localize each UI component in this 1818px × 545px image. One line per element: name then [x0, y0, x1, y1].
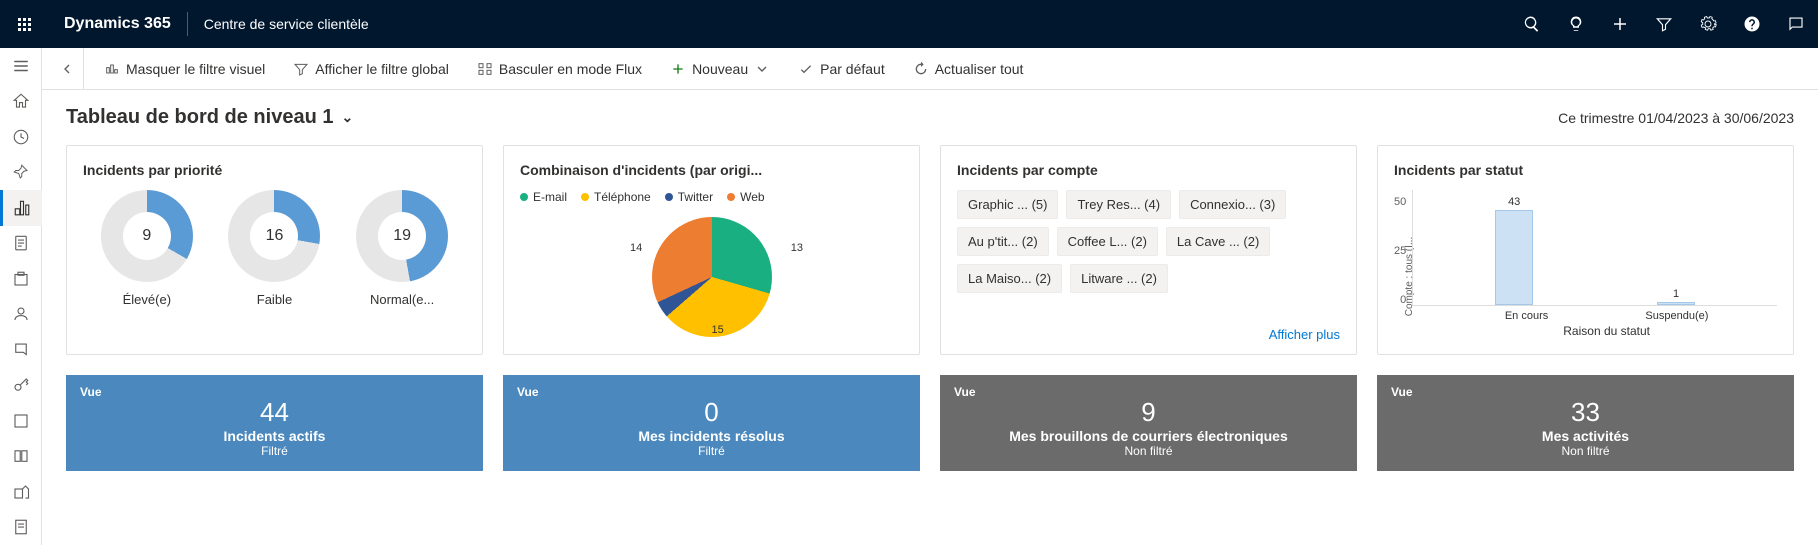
donut-value: 19 [356, 190, 448, 282]
cmd-label: Par défaut [820, 61, 885, 77]
accounts-icon[interactable] [0, 261, 42, 297]
account-tag[interactable]: Connexio... (3) [1179, 190, 1286, 219]
show-global-filter-button[interactable]: Afficher le filtre global [281, 48, 461, 89]
switch-flow-button[interactable]: Basculer en mode Flux [465, 48, 654, 89]
hide-visual-filter-button[interactable]: Masquer le filtre visuel [92, 48, 277, 89]
bar-suspendu[interactable]: 1 [1657, 288, 1695, 305]
add-button[interactable] [1598, 0, 1642, 48]
bar-en-cours[interactable]: 43 [1495, 196, 1533, 305]
new-button[interactable]: Nouveau [658, 48, 782, 89]
tile-sub: Non filtré [1391, 444, 1780, 458]
tile-value: 33 [1391, 397, 1780, 428]
card-title: Incidents par priorité [83, 162, 466, 178]
tile-value: 44 [80, 397, 469, 428]
dashboards-icon[interactable] [0, 190, 42, 226]
assistant-button[interactable] [1554, 0, 1598, 48]
donut-eleve[interactable]: 9 [101, 190, 193, 282]
card-incidents-account: Incidents par compte Graphic ... (5) Trey… [940, 145, 1357, 355]
refresh-all-button[interactable]: Actualiser tout [901, 48, 1036, 89]
donut-value: 9 [101, 190, 193, 282]
tile-label: Mes incidents résolus [517, 428, 906, 444]
settings-button[interactable] [1686, 0, 1730, 48]
contacts-icon[interactable] [0, 297, 42, 333]
legend-twitter[interactable]: Twitter [665, 190, 713, 204]
legend-web[interactable]: Web [727, 190, 764, 204]
reports-icon[interactable] [0, 510, 42, 545]
filter-button[interactable] [1642, 0, 1686, 48]
cmd-label: Masquer le filtre visuel [126, 61, 265, 77]
slice-label-email: 13 [791, 242, 803, 254]
tile-value: 0 [517, 397, 906, 428]
stream-tile[interactable]: Vue 33 Mes activités Non filtré [1377, 375, 1794, 471]
cases-icon[interactable] [0, 403, 42, 439]
pie-chart[interactable] [652, 217, 772, 337]
stream-tile[interactable]: Vue 44 Incidents actifs Filtré [66, 375, 483, 471]
activities-icon[interactable] [0, 226, 42, 262]
account-tag[interactable]: Graphic ... (5) [957, 190, 1058, 219]
card-incidents-priority: Incidents par priorité 9 Élevé(e) 16 Fai… [66, 145, 483, 355]
stream-tile[interactable]: Vue 0 Mes incidents résolus Filtré [503, 375, 920, 471]
donut-value: 16 [228, 190, 320, 282]
stream-tile[interactable]: Vue 9 Mes brouillons de courriers électr… [940, 375, 1357, 471]
donut-label: Élevé(e) [123, 292, 171, 307]
recent-icon[interactable] [0, 119, 42, 155]
knowledge-icon[interactable] [0, 439, 42, 475]
slice-label-phone: 15 [712, 324, 724, 336]
tile-label: Mes activités [1391, 428, 1780, 444]
account-tag[interactable]: La Cave ... (2) [1166, 227, 1270, 256]
account-tag[interactable]: Au p'tit... (2) [957, 227, 1049, 256]
back-button[interactable] [50, 48, 84, 89]
account-tag[interactable]: Trey Res... (4) [1066, 190, 1171, 219]
donut-normal[interactable]: 19 [356, 190, 448, 282]
search-button[interactable] [1510, 0, 1554, 48]
card-incidents-status: Incidents par statut Compte : tous (I...… [1377, 145, 1794, 355]
pinned-icon[interactable] [0, 155, 42, 191]
social-icon[interactable] [0, 332, 42, 368]
queues-icon[interactable] [0, 474, 42, 510]
home-icon[interactable] [0, 84, 42, 120]
x-label: Suspendu(e) [1645, 310, 1708, 322]
account-tag[interactable]: La Maiso... (2) [957, 264, 1062, 293]
cmd-label: Nouveau [692, 61, 748, 77]
hamburger-button[interactable] [0, 48, 42, 84]
x-axis-label: Raison du statut [1436, 324, 1777, 338]
tile-label: Mes brouillons de courriers électronique… [954, 428, 1343, 444]
donut-label: Normal(e... [370, 292, 434, 307]
help-button[interactable] [1730, 0, 1774, 48]
app-name-label: Centre de service clientèle [188, 16, 385, 32]
donut-faible[interactable]: 16 [228, 190, 320, 282]
page-title: Tableau de bord de niveau 1 [66, 106, 333, 129]
card-title: Combinaison d'incidents (par origi... [520, 162, 903, 178]
app-launcher-button[interactable] [0, 0, 48, 48]
legend-email[interactable]: E-mail [520, 190, 567, 204]
slice-label-web: 14 [630, 242, 642, 254]
time-range-label: Ce trimestre 01/04/2023 à 30/06/2023 [1558, 110, 1794, 126]
y-tick: 50 [1394, 196, 1406, 208]
tile-sub: Filtré [80, 444, 469, 458]
cmd-label: Actualiser tout [935, 61, 1024, 77]
cmd-label: Afficher le filtre global [315, 61, 449, 77]
chevron-down-icon: ⌄ [341, 109, 353, 126]
legend-telephone[interactable]: Téléphone [581, 190, 651, 204]
tile-value: 9 [954, 397, 1343, 428]
brand-label: Dynamics 365 [48, 15, 187, 33]
tile-sub: Non filtré [954, 444, 1343, 458]
account-tag[interactable]: Litware ... (2) [1070, 264, 1168, 293]
card-title: Incidents par compte [957, 162, 1340, 178]
cmd-label: Basculer en mode Flux [499, 61, 642, 77]
page-title-dropdown[interactable]: Tableau de bord de niveau 1 ⌄ [66, 106, 353, 129]
key-icon[interactable] [0, 368, 42, 404]
chat-button[interactable] [1774, 0, 1818, 48]
account-tag[interactable]: Coffee L... (2) [1057, 227, 1158, 256]
chevron-down-icon [754, 61, 770, 77]
default-button[interactable]: Par défaut [786, 48, 897, 89]
waffle-icon [18, 18, 31, 31]
card-title: Incidents par statut [1394, 162, 1777, 178]
tile-sub: Filtré [517, 444, 906, 458]
donut-label: Faible [257, 292, 292, 307]
show-more-link[interactable]: Afficher plus [1269, 327, 1340, 342]
x-label: En cours [1505, 310, 1548, 322]
tile-label: Incidents actifs [80, 428, 469, 444]
card-incidents-combo: Combinaison d'incidents (par origi... E-… [503, 145, 920, 355]
